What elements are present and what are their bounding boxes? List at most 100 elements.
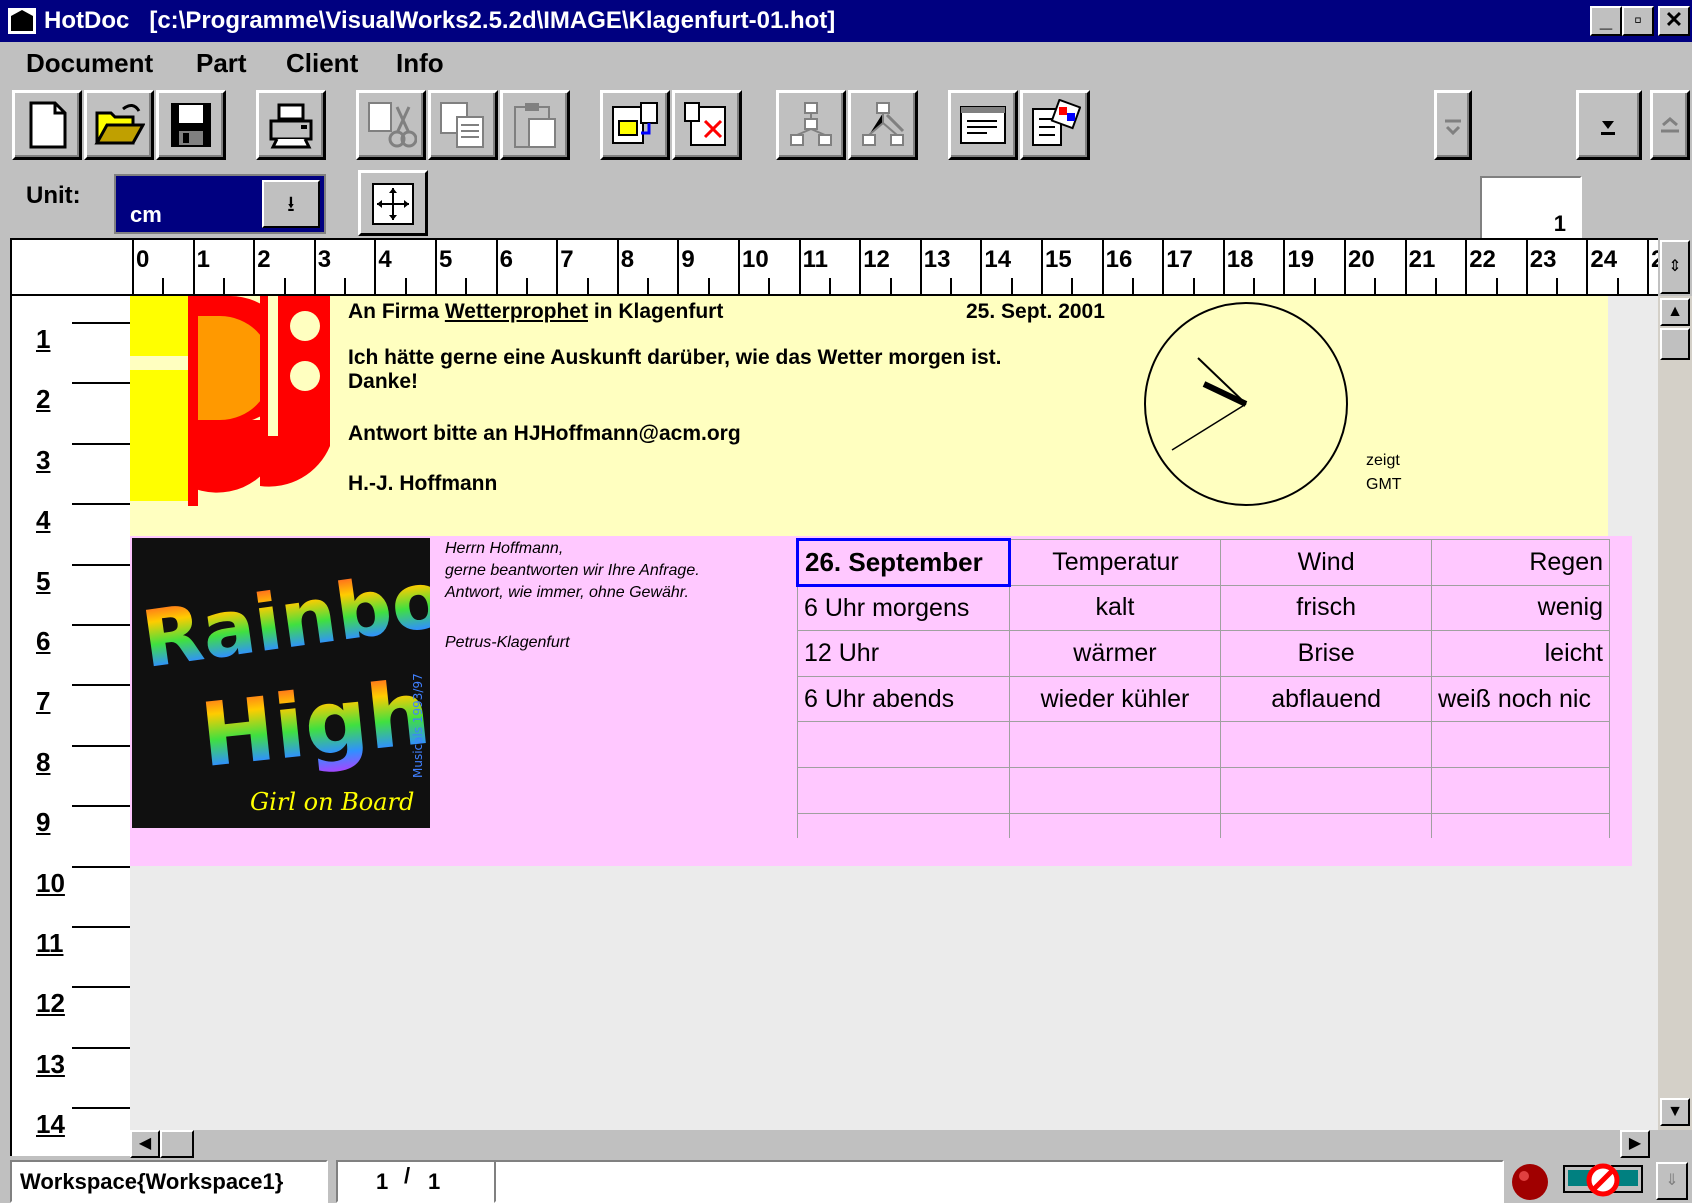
- ruler-label: 11: [802, 246, 828, 273]
- menu-part[interactable]: Part: [196, 48, 247, 79]
- clock-widget[interactable]: [1142, 300, 1352, 510]
- menu-document[interactable]: Document: [26, 48, 153, 79]
- ruler-half-tick: [1616, 278, 1619, 294]
- letter-part[interactable]: An Firma Wetterprophet in Klagenfurt 25.…: [130, 296, 1608, 536]
- table-cell[interactable]: [1220, 812, 1433, 838]
- ruler-tick: [72, 1046, 132, 1049]
- hierarchy-edit-button[interactable]: [848, 90, 918, 160]
- form-button[interactable]: [948, 90, 1018, 160]
- ruler-half-tick: [889, 278, 892, 294]
- table-header-cell[interactable]: Regen: [1431, 539, 1610, 586]
- table-cell[interactable]: [1431, 812, 1610, 838]
- unit-select[interactable]: cm ⭳: [114, 174, 326, 234]
- scroll-right-button[interactable]: ▶: [1620, 1130, 1650, 1158]
- page-first-button[interactable]: [1434, 90, 1472, 160]
- minimize-button[interactable]: _: [1590, 6, 1622, 36]
- menu-client[interactable]: Client: [286, 48, 358, 79]
- ruler-half-tick: [647, 278, 650, 294]
- table-row: 12 Uhr wärmer Brise leicht: [797, 630, 1610, 677]
- ruler-label: 2: [36, 384, 51, 415]
- status-bar: Workspace{Workspace1} 1 / 1 ⇓: [0, 1158, 1692, 1203]
- horizontal-scrollbar[interactable]: ◀ ▶: [130, 1130, 1658, 1158]
- ruler-tick: [72, 563, 132, 566]
- copy-button[interactable]: [428, 90, 498, 160]
- unit-dropdown-button[interactable]: ⭳: [262, 180, 320, 228]
- open-button[interactable]: [84, 90, 154, 160]
- ruler-tick: [1222, 240, 1225, 294]
- letter-date: 25. Sept. 2001: [966, 300, 1105, 323]
- insert-part-button[interactable]: [600, 90, 670, 160]
- table-cell[interactable]: [1220, 721, 1433, 768]
- print-button[interactable]: [256, 90, 326, 160]
- cut-button[interactable]: [356, 90, 426, 160]
- status-scroll-button[interactable]: ⇓: [1656, 1162, 1688, 1200]
- scroll-up-button[interactable]: ▲: [1660, 298, 1690, 326]
- double-arrow-icon: ⇕: [1668, 258, 1682, 275]
- hotdoc-app-icon[interactable]: [8, 8, 36, 34]
- table-cell[interactable]: [1220, 766, 1433, 814]
- menu-info[interactable]: Info: [396, 48, 444, 79]
- letter-signature: H.-J. Hoffmann: [348, 472, 498, 495]
- scroll-left-button[interactable]: ◀: [130, 1130, 160, 1158]
- page-first-icon: [1445, 119, 1461, 136]
- table-cell[interactable]: [797, 721, 1010, 768]
- paste-button[interactable]: [500, 90, 570, 160]
- table-cell[interactable]: frisch: [1220, 584, 1433, 632]
- table-cell[interactable]: [797, 812, 1010, 838]
- record-indicator-icon[interactable]: [1510, 1162, 1550, 1202]
- table-cell[interactable]: kalt: [1008, 584, 1222, 632]
- table-cell-date[interactable]: 26. September: [796, 538, 1011, 587]
- no-connection-icon[interactable]: [1560, 1160, 1646, 1202]
- remove-part-button[interactable]: [672, 90, 742, 160]
- table-cell[interactable]: 6 Uhr abends: [797, 675, 1010, 723]
- ruler-scroll-button[interactable]: ⇕: [1660, 240, 1690, 294]
- table-cell[interactable]: [1431, 766, 1610, 814]
- ruler-tick: [616, 240, 619, 294]
- weather-table[interactable]: 26. September Temperatur Wind Regen 6 Uh…: [796, 538, 1610, 838]
- table-cell[interactable]: wenig: [1431, 584, 1610, 632]
- table-cell[interactable]: [797, 766, 1010, 814]
- hierarchy-edit-icon: [862, 102, 905, 146]
- table-cell[interactable]: wärmer: [1008, 630, 1222, 677]
- table-header-cell[interactable]: Wind: [1220, 539, 1433, 586]
- new-document-button[interactable]: [12, 90, 82, 160]
- page-last-button[interactable]: [1650, 90, 1690, 160]
- rainbow-high-image[interactable]: Rainbow High Girl on Board Musicals 1993…: [132, 538, 430, 828]
- document-canvas[interactable]: An Firma Wetterprophet in Klagenfurt 25.…: [130, 296, 1658, 1130]
- ruler-label: 3: [36, 444, 51, 475]
- table-cell[interactable]: Brise: [1220, 630, 1433, 677]
- page-select-button[interactable]: [1576, 90, 1642, 160]
- maximize-button[interactable]: ▫: [1622, 6, 1654, 36]
- hierarchy-button[interactable]: [776, 90, 846, 160]
- table-cell[interactable]: 12 Uhr: [797, 630, 1010, 677]
- table-cell[interactable]: leicht: [1431, 630, 1610, 677]
- table-cell[interactable]: weiß noch nic: [1431, 675, 1610, 723]
- table-cell[interactable]: [1431, 721, 1610, 768]
- ruler-label: 25: [1651, 246, 1658, 274]
- horizontal-scroll-thumb[interactable]: [160, 1130, 194, 1158]
- recipient-company-link[interactable]: Wetterprophet: [445, 300, 588, 323]
- table-cell[interactable]: 6 Uhr morgens: [797, 584, 1010, 632]
- ruler-half-tick: [1192, 278, 1195, 294]
- unit-row: Unit: cm ⭳: [0, 168, 1692, 238]
- ruler-label: 6: [36, 626, 51, 656]
- table-cell[interactable]: wieder kühler: [1008, 675, 1222, 723]
- table-cell[interactable]: abflauend: [1220, 675, 1433, 723]
- table-cell[interactable]: [1008, 721, 1222, 768]
- table-cell[interactable]: [1008, 812, 1222, 838]
- table-cell[interactable]: [1008, 766, 1222, 814]
- image-credit: Girl on Board: [250, 788, 414, 816]
- ruler-label: 5: [439, 246, 453, 273]
- close-button[interactable]: ✕: [1658, 6, 1690, 36]
- arrow-right-icon: ▶: [1628, 1135, 1642, 1152]
- ruler-half-tick: [1313, 278, 1316, 294]
- workspace-field[interactable]: Workspace{Workspace1}: [10, 1160, 328, 1203]
- move-tool-button[interactable]: [358, 170, 428, 236]
- table-row: 6 Uhr morgens kalt frisch wenig: [797, 584, 1610, 632]
- save-button[interactable]: [156, 90, 226, 160]
- scroll-down-button[interactable]: ▼: [1660, 1098, 1690, 1126]
- vertical-scrollbar[interactable]: ▲ ▼: [1658, 296, 1692, 1130]
- table-header-cell[interactable]: Temperatur: [1008, 539, 1222, 586]
- vertical-scroll-thumb[interactable]: [1660, 328, 1690, 360]
- properties-button[interactable]: [1020, 90, 1090, 160]
